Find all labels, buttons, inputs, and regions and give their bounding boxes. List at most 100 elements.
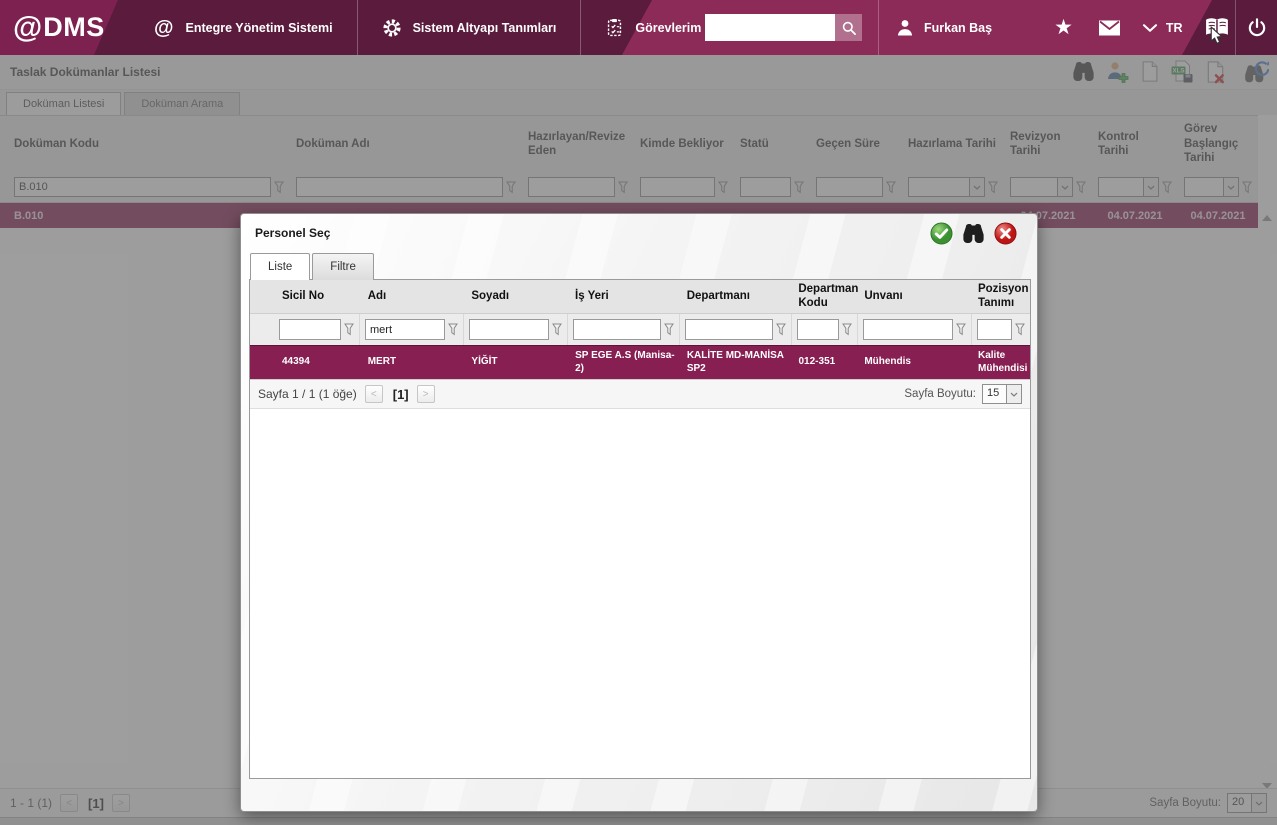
filter-cell-empty: [250, 314, 274, 345]
user-name[interactable]: Furkan Baş: [924, 21, 992, 35]
tab-filtre[interactable]: Filtre: [312, 253, 374, 280]
funnel-icon[interactable]: [664, 323, 674, 336]
qdms-logo-text: DMS: [43, 12, 105, 43]
logout-button[interactable]: [1235, 0, 1277, 55]
page-size-select[interactable]: 15: [982, 384, 1022, 404]
mail-icon: [1097, 18, 1122, 38]
cell-sicil-no: 44394: [276, 356, 362, 369]
funnel-icon[interactable]: [776, 323, 786, 336]
binoculars-icon: [962, 223, 985, 244]
filter-input-departmani[interactable]: [685, 319, 773, 340]
power-icon: [1246, 17, 1268, 39]
column-header[interactable]: Unvanı: [858, 290, 972, 304]
page-size-value: 15: [983, 385, 1006, 403]
column-header[interactable]: Sicil No: [276, 290, 362, 304]
menu-item-label: Sistem Altyapı Tanımları: [413, 21, 557, 35]
personel-row-selected[interactable]: 44394 MERT YİĞİT SP EGE A.S (Manisa-2) K…: [250, 345, 1030, 379]
cell-adi: MERT: [362, 356, 466, 369]
funnel-icon[interactable]: [1015, 323, 1025, 336]
chevron-down-icon: [1142, 23, 1158, 33]
page-size-label: Sayfa Boyutu:: [904, 388, 976, 400]
topbar-separator: [878, 0, 879, 55]
column-header[interactable]: Soyadı: [465, 290, 569, 304]
pager-current-page[interactable]: [1]: [393, 387, 409, 402]
cell-pozisyon-tanimi: Kalite Mühendisi: [972, 350, 1030, 375]
confirm-button[interactable]: [930, 222, 953, 245]
select-arrow-icon: [1006, 385, 1021, 403]
funnel-icon[interactable]: [344, 323, 354, 336]
pager-info: Sayfa 1 / 1 (1 öğe): [258, 387, 357, 401]
language-label[interactable]: TR: [1166, 21, 1183, 35]
menu-item-entegre-yonetim-sistemi[interactable]: @ Entegre Yönetim Sistemi: [130, 0, 357, 55]
filter-input-soyadi[interactable]: [469, 319, 549, 340]
mouse-cursor: [1210, 26, 1223, 46]
filter-cell-departmani: [680, 314, 792, 345]
personel-pager: Sayfa 1 / 1 (1 öğe) < [1] > Sayfa Boyutu…: [250, 379, 1030, 409]
magnifier-icon: [841, 20, 857, 36]
personel-sec-dialog: Personel Seç Liste Filtre Sicil No: [240, 213, 1038, 812]
filter-input-departman-kodu[interactable]: [797, 319, 839, 340]
messages-button[interactable]: [1097, 18, 1122, 38]
dialog-title: Personel Seç: [255, 226, 330, 240]
filter-input-adi[interactable]: [365, 319, 445, 340]
personel-filter-row: [250, 314, 1030, 345]
personel-grid-header: Sicil No Adı Soyadı İş Yeri Departmanı D…: [250, 280, 1030, 314]
filter-cell-is-yeri: [568, 314, 680, 345]
user-menu-chevron[interactable]: [1142, 23, 1158, 33]
qdms-app: @ DMS @ Entegre Yönetim Sistemi Sistem A…: [0, 0, 1277, 825]
qdms-logo-at-icon: @: [13, 13, 42, 43]
cell-unvani: Mühendis: [858, 356, 972, 369]
global-search: [705, 14, 862, 41]
column-header[interactable]: Departmanı: [681, 290, 793, 304]
funnel-icon[interactable]: [842, 323, 852, 336]
pager-prev-button[interactable]: <: [365, 385, 383, 403]
column-header[interactable]: Departman Kodu: [792, 283, 858, 311]
filter-cell-unvani: [858, 314, 972, 345]
cell-departman-kodu: 012-351: [793, 356, 859, 369]
menu-item-sistem-altyapi-tanimlari[interactable]: Sistem Altyapı Tanımları: [358, 0, 581, 55]
pager-next-button[interactable]: >: [417, 385, 435, 403]
qdms-logo[interactable]: @ DMS: [0, 0, 118, 55]
menu-item-label: Entegre Yönetim Sistemi: [186, 21, 333, 35]
filter-input-sicil-no[interactable]: [279, 319, 341, 340]
filter-input-is-yeri[interactable]: [573, 319, 661, 340]
filter-input-pozisyon[interactable]: [977, 319, 1012, 340]
column-header[interactable]: Adı: [362, 290, 466, 304]
tasks-clipboard-icon: [605, 18, 624, 37]
green-check-icon: [930, 222, 953, 245]
column-header[interactable]: İş Yeri: [569, 290, 681, 304]
filter-cell-adi: [360, 314, 464, 345]
gear-icon: [382, 18, 402, 38]
person-icon: [895, 18, 915, 38]
filter-cell-soyadi: [464, 314, 568, 345]
dialog-search-button[interactable]: [962, 222, 985, 245]
global-search-button[interactable]: [835, 14, 862, 41]
dialog-buttons: [930, 222, 1017, 245]
funnel-icon[interactable]: [552, 323, 562, 336]
menu-item-label: Görevlerim: [635, 21, 701, 35]
tab-liste[interactable]: Liste: [250, 253, 310, 280]
dialog-footer: [241, 778, 1037, 811]
filter-cell-pozisyon: [972, 314, 1030, 345]
star-icon[interactable]: ★: [1054, 17, 1073, 38]
column-header[interactable]: Pozisyon Tanımı: [972, 283, 1030, 311]
cell-departmani: KALİTE MD-MANİSA SP2: [681, 350, 793, 375]
menu-item-gorevlerim[interactable]: Görevlerim: [581, 0, 725, 55]
dialog-tabs: Liste Filtre: [250, 253, 374, 280]
dialog-header[interactable]: Personel Seç: [241, 214, 1037, 252]
funnel-icon[interactable]: [448, 323, 458, 336]
qdms-icon: @: [154, 18, 174, 38]
filter-input-unvani[interactable]: [863, 319, 953, 340]
close-button[interactable]: [994, 222, 1017, 245]
cell-is-yeri: SP EGE A.S (Manisa-2): [569, 350, 681, 375]
cell-soyadi: YİĞİT: [465, 356, 569, 369]
topbar-menu: @ Entegre Yönetim Sistemi Sistem Altyapı…: [130, 0, 725, 55]
global-search-input[interactable]: [705, 14, 835, 41]
filter-cell-sicil-no: [274, 314, 360, 345]
topbar-user-area: Furkan Baş ★ TR: [878, 0, 1183, 55]
topbar: @ DMS @ Entegre Yönetim Sistemi Sistem A…: [0, 0, 1277, 55]
filter-cell-departman-kodu: [792, 314, 858, 345]
red-close-icon: [994, 222, 1017, 245]
funnel-icon[interactable]: [956, 323, 966, 336]
personel-grid-panel: Sicil No Adı Soyadı İş Yeri Departmanı D…: [249, 279, 1031, 779]
